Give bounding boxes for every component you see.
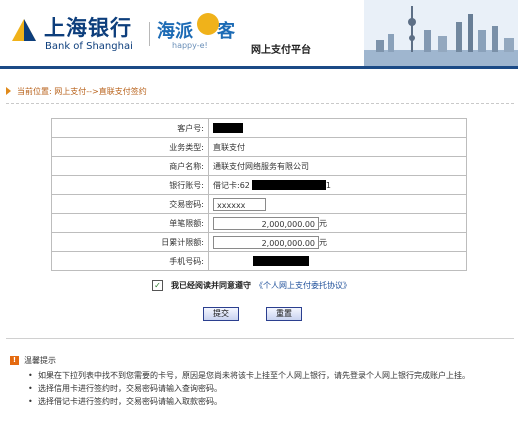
- redacted-block: [213, 123, 243, 133]
- header-bottom-bar: [0, 66, 518, 69]
- daily-limit-input[interactable]: 2,000,000.00: [213, 235, 319, 249]
- tips-item: 如果在下拉列表中找不到您需要的卡号，原因是您尚未将该卡上挂至个人网上银行，请先登…: [28, 370, 488, 382]
- agreement-text: 我已经阅读并同意遵守: [171, 281, 251, 290]
- account-label: 银行账号:: [51, 175, 209, 195]
- password-label: 交易密码:: [51, 194, 209, 214]
- redacted-block: [253, 256, 309, 266]
- brand-e-icon: [197, 13, 219, 35]
- agreement-row: ✓ 我已经阅读并同意遵守 《个人网上支付委托协议》: [152, 280, 351, 291]
- brand-name: 海派客: [157, 21, 235, 42]
- header: 上海银行 Bank of Shanghai 海派客 happy-e! 网上支付平…: [0, 0, 518, 66]
- bank-name-cn: 上海银行: [44, 15, 132, 40]
- divider: [6, 103, 514, 104]
- breadcrumb: 当前位置: 网上支付-->直联支付签约: [6, 84, 147, 98]
- customer-id-label: 客户号:: [51, 118, 209, 138]
- redacted-block: [251, 180, 326, 190]
- merchant-name-label: 商户名称:: [51, 156, 209, 176]
- daily-limit-label: 日累计限额:: [51, 232, 209, 252]
- platform-title: 网上支付平台: [251, 45, 311, 56]
- form-row-business-type: 业务类型: 直联支付: [51, 137, 467, 157]
- account-value[interactable]: 借记卡:62 1: [208, 175, 467, 195]
- agreement-link[interactable]: 《个人网上支付委托协议》: [255, 280, 351, 291]
- tips-item: 选择借记卡进行签约时，交易密码请输入取款密码。: [28, 396, 488, 408]
- single-limit-unit: 元: [319, 218, 327, 228]
- bank-logo-icon: [12, 19, 36, 41]
- form-row-merchant: 商户名称: 通联支付网络服务有限公司: [51, 156, 467, 176]
- breadcrumb-text: 当前位置: 网上支付-->直联支付签约: [17, 86, 147, 96]
- business-type-value: 直联支付: [208, 137, 467, 157]
- tips-item: 选择信用卡进行签约时，交易密码请输入查询密码。: [28, 383, 488, 395]
- single-limit-input[interactable]: 2,000,000.00: [213, 216, 319, 230]
- breadcrumb-arrow-icon: [6, 87, 11, 95]
- header-divider: [149, 22, 150, 46]
- warning-icon: !: [10, 356, 19, 365]
- single-limit-label: 单笔限额:: [51, 213, 209, 233]
- tips-header: ! 温馨提示: [10, 355, 56, 366]
- brand-subtitle: happy-e!: [172, 41, 208, 50]
- account-suffix: 1: [325, 180, 331, 190]
- form-row-single-limit: 单笔限额: 2,000,000.00 元: [51, 213, 467, 233]
- form-row-password: 交易密码: xxxxxx: [51, 194, 467, 214]
- form-row-account: 银行账号: 借记卡:62 1: [51, 175, 467, 195]
- tips-divider: [6, 338, 514, 339]
- phone-label: 手机号码:: [51, 251, 209, 271]
- account-prefix: 借记卡:62: [213, 180, 250, 190]
- merchant-name-value: 通联支付网络服务有限公司: [208, 156, 467, 176]
- customer-id-value: [208, 118, 467, 138]
- phone-value: [208, 251, 467, 271]
- tips-title: 温馨提示: [24, 356, 56, 365]
- single-limit-cell: 2,000,000.00 元: [208, 213, 467, 233]
- daily-limit-cell: 2,000,000.00 元: [208, 232, 467, 252]
- signing-form: 客户号: 业务类型: 直联支付 商户名称: 通联支付网络服务有限公司 银行账号:…: [51, 118, 467, 271]
- business-type-label: 业务类型:: [51, 137, 209, 157]
- submit-button[interactable]: 提交: [203, 307, 239, 321]
- form-row-customer-id: 客户号:: [51, 118, 467, 138]
- daily-limit-unit: 元: [319, 237, 327, 247]
- password-input[interactable]: xxxxxx: [213, 197, 266, 211]
- form-row-daily-limit: 日累计限额: 2,000,000.00 元: [51, 232, 467, 252]
- password-cell: xxxxxx: [208, 194, 467, 214]
- bank-name-en: Bank of Shanghai: [45, 41, 133, 52]
- agreement-checkbox[interactable]: ✓: [152, 280, 163, 291]
- tips-list: 如果在下拉列表中找不到您需要的卡号，原因是您尚未将该卡上挂至个人网上银行，请先登…: [28, 370, 488, 409]
- shanghai-skyline-image: [364, 0, 518, 66]
- form-row-phone: 手机号码:: [51, 251, 467, 271]
- reset-button[interactable]: 重置: [266, 307, 302, 321]
